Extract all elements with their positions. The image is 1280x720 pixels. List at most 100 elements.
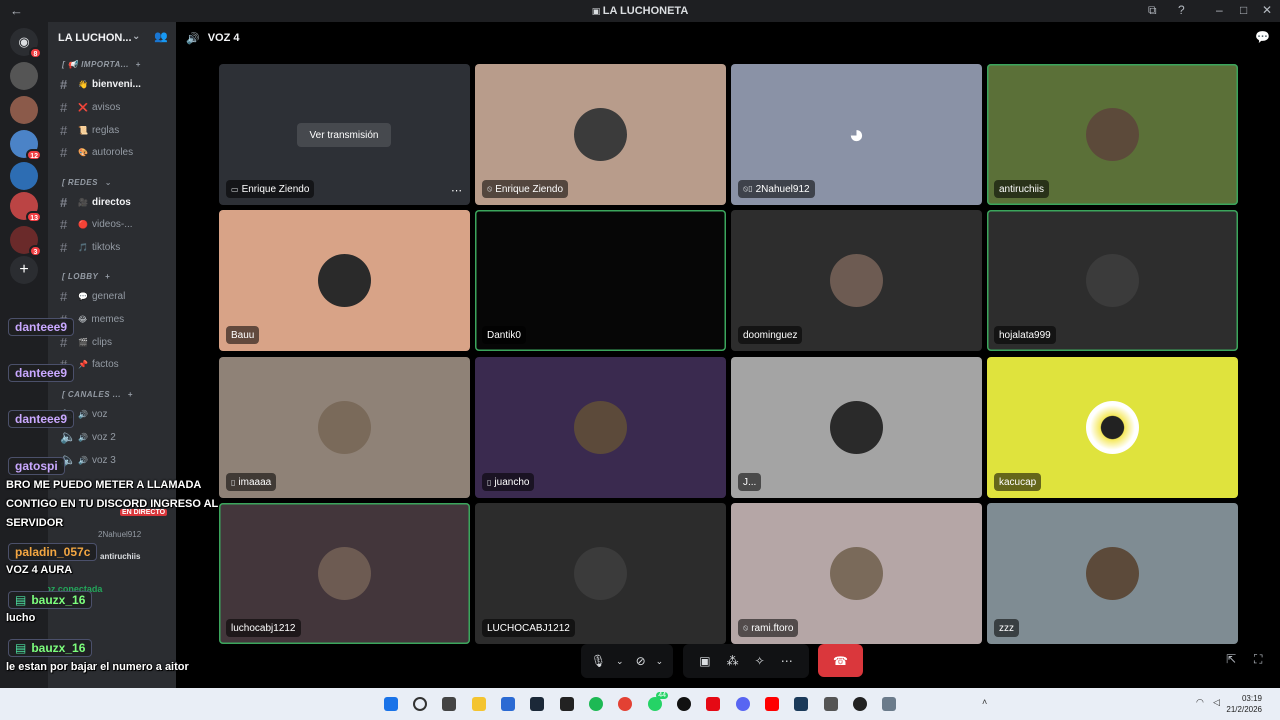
whatsapp-icon[interactable]: 44 bbox=[648, 692, 668, 711]
watch-stream-button[interactable]: Ver transmisión bbox=[297, 123, 391, 147]
twitch-badge-icon: ▤ bbox=[15, 593, 27, 607]
inbox-icon[interactable]: ⧉ bbox=[1148, 3, 1157, 18]
more-options-icon[interactable]: ⋯ bbox=[781, 654, 793, 668]
chevron-up-icon[interactable]: ˄ bbox=[982, 697, 987, 707]
store-icon[interactable] bbox=[501, 697, 515, 711]
disconnect-button[interactable]: ☎ bbox=[818, 644, 863, 677]
participant-tile[interactable]: ⦸ Enrique Ziendo bbox=[475, 64, 726, 205]
youtube-icon[interactable] bbox=[765, 697, 779, 711]
avatar bbox=[830, 401, 883, 454]
channel-item[interactable]: # 👋 bienveni... bbox=[60, 74, 174, 94]
category-header[interactable]: [ REDES ⌄ bbox=[62, 178, 112, 187]
voice-channel-name: VOZ 4 bbox=[207, 32, 240, 44]
participant-name: doominguez bbox=[743, 329, 798, 341]
participant-tile[interactable]: antiruchiis bbox=[987, 64, 1238, 205]
mic-muted-icon: ⦸ bbox=[743, 623, 749, 632]
chevron-down-icon[interactable]: ⌄ bbox=[616, 656, 624, 667]
popout-icon[interactable]: ⇱ bbox=[1226, 652, 1236, 666]
category-header[interactable]: [ LOBBY + bbox=[62, 272, 110, 281]
server-icon[interactable]: 13 bbox=[10, 192, 42, 223]
server-icon[interactable] bbox=[10, 162, 38, 190]
openai-icon[interactable] bbox=[677, 697, 691, 711]
chat-message: BRO ME PUEDO METER A LLAMADA CONTIGO EN … bbox=[6, 479, 219, 529]
close-icon[interactable]: ✕ bbox=[1262, 3, 1272, 17]
chrome-icon[interactable] bbox=[618, 697, 632, 711]
voice-stage: 🔊 VOZ 4 💬 Ver transmisión ⋯ ▭ Enrique Ziend… bbox=[176, 22, 1280, 688]
channel-item[interactable]: # 🎥 directos bbox=[60, 192, 174, 212]
participant-name: 2Nahuel912 bbox=[755, 183, 810, 195]
chat-username: danteee9 bbox=[8, 318, 75, 336]
steam-icon[interactable] bbox=[530, 697, 544, 711]
guild-header[interactable]: LA LUCHON... ⌄ 👥 bbox=[48, 22, 176, 54]
channel-item[interactable]: # 🎨 autoroles bbox=[60, 142, 174, 162]
avatar bbox=[574, 108, 627, 161]
participant-name: J... bbox=[743, 476, 757, 488]
participant-tile[interactable]: ▯ juancho bbox=[475, 357, 726, 498]
channel-item[interactable]: # 🎵 tiktoks bbox=[60, 237, 174, 257]
channel-item[interactable]: # 📜 reglas bbox=[60, 120, 174, 140]
start-icon[interactable] bbox=[384, 697, 398, 711]
file-explorer-icon[interactable] bbox=[472, 697, 486, 711]
settings-icon[interactable] bbox=[882, 697, 896, 711]
participant-tile[interactable]: Bauu bbox=[219, 210, 470, 351]
participant-tile[interactable]: kacucap bbox=[987, 357, 1238, 498]
minimize-icon[interactable]: – bbox=[1216, 3, 1223, 17]
participant-tile[interactable]: ◕ ⦸▯ 2Nahuel912 bbox=[731, 64, 982, 205]
maximize-icon[interactable]: □ bbox=[1240, 3, 1247, 17]
discord-icon[interactable] bbox=[736, 697, 750, 711]
app-icon[interactable] bbox=[794, 697, 808, 711]
server-icon[interactable] bbox=[10, 96, 38, 124]
chevron-down-icon[interactable]: ⌄ bbox=[656, 656, 664, 667]
participant-tile[interactable]: ⦸ rami.ftoro bbox=[731, 503, 982, 644]
channel-item[interactable]: # 🔴 videos-... bbox=[60, 214, 174, 234]
participant-tile[interactable]: doominguez bbox=[731, 210, 982, 351]
participant-tile[interactable]: luchocabj1212 bbox=[219, 503, 470, 644]
stream-chat-overlay: danteee9 danteee9 danteee9 gatospi BRO M… bbox=[0, 290, 240, 690]
participant-tile[interactable]: J... bbox=[731, 357, 982, 498]
server-icon[interactable]: 12 bbox=[10, 130, 42, 161]
fullscreen-icon[interactable]: ⛶ bbox=[1254, 652, 1262, 667]
wifi-icon[interactable]: ◠ bbox=[1196, 697, 1204, 708]
chat-bubble-icon[interactable]: 💬 bbox=[1255, 30, 1270, 44]
chat-username: ▤ bauzx_16 bbox=[8, 591, 93, 609]
mobile-icon: ▯ bbox=[487, 477, 492, 487]
participant-tile[interactable]: ▯ imaaaa bbox=[219, 357, 470, 498]
search-icon[interactable] bbox=[413, 697, 427, 711]
add-server-icon[interactable]: + bbox=[10, 256, 38, 284]
participant-name: juancho bbox=[494, 476, 530, 488]
participant-tile[interactable]: zzz bbox=[987, 503, 1238, 644]
participant-nametag: doominguez bbox=[738, 326, 803, 344]
spotify-icon[interactable] bbox=[589, 697, 603, 711]
soundboard-icon[interactable]: ✧ bbox=[755, 654, 765, 668]
server-icon[interactable]: 3 bbox=[10, 226, 42, 257]
help-icon[interactable]: ? bbox=[1178, 3, 1185, 17]
discord-home-icon[interactable]: ◉ 8 bbox=[10, 28, 42, 59]
obs-icon[interactable] bbox=[853, 697, 867, 711]
participant-nametag: ▯ juancho bbox=[482, 473, 535, 491]
more-options-icon[interactable]: ⋯ bbox=[451, 184, 462, 197]
notepad-icon[interactable] bbox=[824, 697, 838, 711]
epic-games-icon[interactable] bbox=[560, 697, 574, 711]
netflix-icon[interactable] bbox=[706, 697, 720, 711]
participant-tile[interactable]: LUCHOCABJ1212 bbox=[475, 503, 726, 644]
chat-username: ▤ bauzx_16 bbox=[8, 639, 93, 657]
category-header[interactable]: [ 📢 IMPORTA... + bbox=[62, 60, 141, 69]
invite-people-icon[interactable]: 👥 bbox=[154, 30, 168, 43]
camera-off-icon[interactable]: ⊘ bbox=[636, 654, 646, 668]
participant-tile[interactable]: Dantik0 bbox=[475, 210, 726, 351]
system-clock[interactable]: 03:19 21/2/2026 bbox=[1226, 693, 1262, 715]
channel-item[interactable]: # ❌ avisos bbox=[60, 97, 174, 117]
server-icon[interactable] bbox=[10, 62, 38, 90]
mic-icon[interactable]: 🎙 bbox=[591, 654, 606, 668]
participant-name: luchocabj1212 bbox=[231, 622, 296, 634]
volume-icon[interactable]: ◁ bbox=[1213, 697, 1220, 708]
task-view-icon[interactable] bbox=[442, 697, 456, 711]
voice-channel-header: 🔊 VOZ 4 💬 bbox=[176, 22, 1280, 54]
participant-nametag: J... bbox=[738, 473, 762, 491]
participant-tile[interactable]: hojalata999 bbox=[987, 210, 1238, 351]
participant-tile[interactable]: Ver transmisión ⋯ ▭ Enrique Ziendo bbox=[219, 64, 470, 205]
chat-username: danteee9 bbox=[8, 410, 75, 428]
screen-share-icon[interactable]: ▣ bbox=[699, 654, 710, 668]
activities-icon[interactable]: ⁂ bbox=[727, 654, 739, 668]
mic-camera-controls: 🎙 ⌄ ⊘ ⌄ bbox=[581, 644, 673, 678]
